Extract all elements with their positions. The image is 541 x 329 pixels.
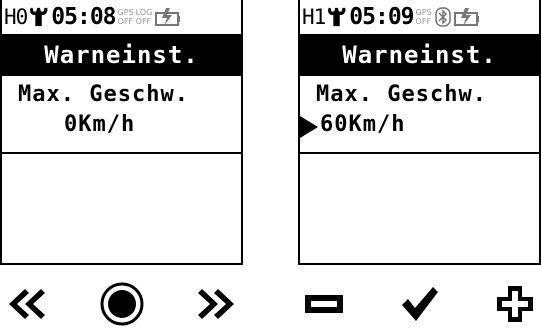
setting-value: 60Km/h — [320, 112, 406, 137]
device-screen-left: H0 05:08 GPS OFF LOG OFF Warneinst. Max.… — [0, 0, 243, 265]
page-title: Warneinst. — [2, 34, 241, 76]
battery-charging-icon — [155, 8, 181, 26]
softkey-bar-left — [0, 282, 243, 326]
device-screen-right: H1 05:09 GPS OFF Warneinst. Max. Geschw.… — [298, 0, 541, 265]
device-id: H0 — [4, 5, 28, 29]
setting-label: Max. Geschw. — [18, 82, 189, 107]
minus-icon — [305, 295, 343, 313]
softkey-bar-right — [298, 282, 541, 326]
setting-value: 0Km/h — [64, 112, 136, 137]
setting-label: Max. Geschw. — [316, 82, 487, 107]
clock: 05:09 — [349, 4, 414, 30]
increase-button[interactable] — [489, 282, 541, 326]
record-button[interactable] — [96, 282, 148, 326]
rewind-button[interactable] — [0, 282, 52, 326]
wrench-icon — [30, 7, 48, 27]
confirm-button[interactable] — [394, 282, 446, 326]
battery-charging-icon — [453, 8, 479, 26]
max-speed-setting: Max. Geschw. 0Km/h — [2, 76, 241, 154]
gps-status: GPS OFF — [117, 8, 134, 26]
checkmark-icon — [401, 287, 438, 321]
fast-forward-button[interactable] — [191, 282, 243, 326]
status-bar: H1 05:09 GPS OFF — [300, 0, 539, 34]
wrench-icon — [328, 7, 346, 27]
triangle-pointer-icon — [300, 116, 318, 138]
record-circle-icon — [100, 282, 143, 326]
log-status: LOG OFF — [135, 8, 153, 26]
bluetooth-icon — [434, 7, 451, 27]
gps-status: GPS OFF — [415, 8, 432, 26]
status-bar: H0 05:08 GPS OFF LOG OFF — [2, 0, 241, 34]
page-title: Warneinst. — [300, 34, 539, 76]
fast-forward-icon — [198, 289, 234, 319]
max-speed-setting[interactable]: Max. Geschw. 60Km/h — [300, 76, 539, 154]
rewind-icon — [9, 289, 45, 319]
decrease-button[interactable] — [298, 282, 350, 326]
clock: 05:08 — [51, 4, 116, 30]
plus-icon — [497, 286, 533, 322]
device-id: H1 — [302, 5, 326, 29]
